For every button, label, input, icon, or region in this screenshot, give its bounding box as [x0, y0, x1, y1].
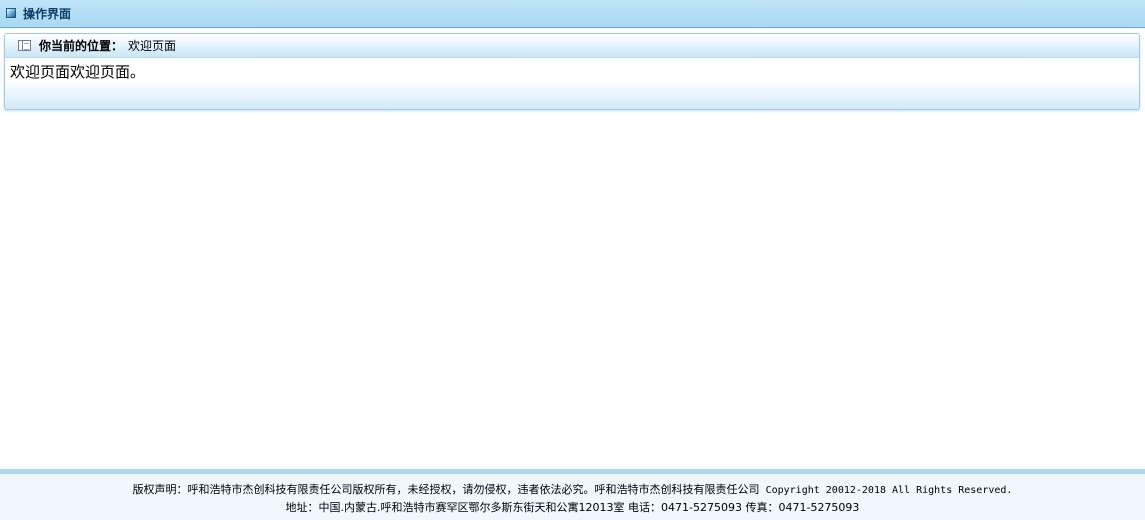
welcome-panel: 你当前的位置： 欢迎页面 欢迎页面欢迎页面。	[4, 33, 1140, 110]
location-value: 欢迎页面	[128, 39, 177, 53]
welcome-text: 欢迎页面欢迎页面。	[10, 63, 146, 81]
top-title-bar: 操作界面	[0, 0, 1145, 28]
copyright-line: 版权声明：呼和浩特市杰创科技有限责任公司版权所有，未经授权，请勿侵权，违者依法必…	[0, 483, 1145, 497]
page-icon	[18, 40, 31, 51]
breadcrumb: 你当前的位置： 欢迎页面	[5, 34, 1139, 58]
copyright-text: 版权声明：呼和浩特市杰创科技有限责任公司版权所有，未经授权，请勿侵权，违者依法必…	[132, 483, 760, 496]
address-line: 地址：中国.内蒙古.呼和浩特市赛罕区鄂尔多斯东街天和公寓12013室 电话：04…	[285, 501, 860, 514]
copyright-rights: Copyright 20012-2018 All Rights Reserved…	[759, 485, 1013, 496]
page-title: 操作界面	[23, 7, 72, 21]
footer: 版权声明：呼和浩特市杰创科技有限责任公司版权所有，未经授权，请勿侵权，违者依法必…	[0, 469, 1145, 520]
window-icon	[6, 8, 16, 18]
location-label: 你当前的位置：	[39, 39, 124, 53]
